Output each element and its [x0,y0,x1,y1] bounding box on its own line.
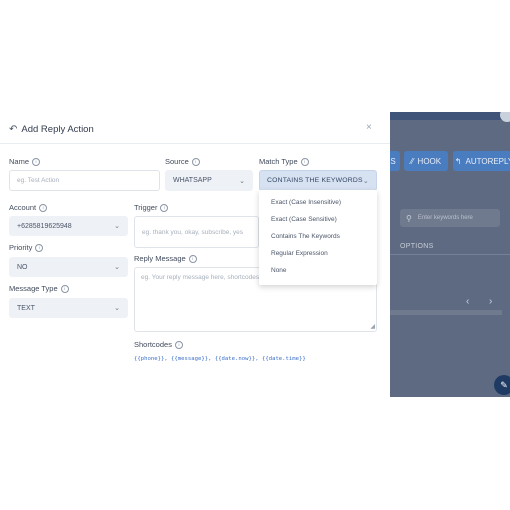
header-divider [0,143,390,144]
priority-label: Priority i [9,243,44,252]
avatar[interactable] [500,112,510,122]
name-placeholder: eg. Test Action [17,177,60,184]
match-type-label-text: Match Type [259,157,298,166]
hook-button[interactable]: ⁄⁄ HOOK [404,151,448,171]
add-reply-action-modal: ↶ Add Reply Action × Name i eg. Test Act… [0,112,390,397]
source-label: Source i [165,157,200,166]
message-type-label-text: Message Type [9,284,58,293]
match-type-value: CONTAINS THE KEYWORDS [267,177,363,184]
match-type-dropdown: Exact (Case Insensitive) Exact (Case Sen… [259,190,377,285]
trigger-label-text: Trigger [134,203,158,212]
dropdown-option-none[interactable]: None [271,267,287,274]
info-icon: i [60,284,69,293]
dropdown-option-contains[interactable]: Contains The Keywords [271,233,340,240]
info-icon: i [188,254,197,263]
table-header-options: OPTIONS [400,243,434,250]
account-select[interactable]: +6285819625948 ⌄ [9,216,128,236]
autoreply-button-label: AUTOREPLY [465,156,510,166]
back-arrow-icon[interactable]: ↶ [9,124,17,135]
modal-title: Add Reply Action [21,124,94,135]
info-icon: i [191,157,200,166]
screen-frame: S ⁄⁄ HOOK ↰ AUTOREPLY ⚲ Enter keywords h… [0,112,510,397]
priority-select[interactable]: NO ⌄ [9,257,128,277]
reply-icon: ↰ [454,156,462,166]
resize-handle-icon[interactable]: ◢ [370,323,375,330]
priority-value: NO [17,263,28,271]
source-select[interactable]: WHATSAPP ⌄ [165,170,253,191]
hook-button-label: HOOK [417,156,442,166]
dropdown-option-regex[interactable]: Regular Expression [271,250,328,257]
chevron-down-icon: ⌄ [239,177,245,185]
info-icon: i [39,203,48,212]
info-icon: i [35,243,44,252]
account-label-text: Account [9,203,37,212]
chevron-down-icon: ⌄ [362,177,369,185]
source-label-text: Source [165,157,189,166]
background-button-partial-label: S [390,156,396,166]
info-icon: i [300,157,309,166]
dropdown-option-exact-insensitive[interactable]: Exact (Case Insensitive) [271,199,341,206]
name-label: Name i [9,157,41,166]
background-scrollbar[interactable] [390,310,502,315]
trigger-placeholder: eg. thank you, okay, subscribe, yes [142,228,244,236]
dropdown-option-exact-sensitive[interactable]: Exact (Case Sensitive) [271,216,337,223]
name-input[interactable]: eg. Test Action [9,170,160,191]
info-icon: i [32,157,41,166]
source-value: WHATSAPP [173,177,212,184]
name-label-text: Name [9,157,30,166]
table-header-divider [390,254,510,255]
message-type-select[interactable]: TEXT ⌄ [9,298,128,318]
search-icon: ⚲ [406,213,412,223]
shortcodes-label-text: Shortcodes [134,340,172,349]
modal-header: ↶ Add Reply Action [9,124,94,135]
hook-icon: ⁄⁄ [410,156,414,166]
chat-fab-button[interactable]: ✎ [494,375,510,395]
close-icon[interactable]: × [366,122,372,133]
message-type-label: Message Type i [9,284,69,293]
pager-next-icon[interactable]: › [489,296,492,307]
info-icon: i [174,340,183,349]
pager-prev-icon[interactable]: ‹ [466,296,469,307]
search-placeholder: Enter keywords here [417,215,473,221]
chat-icon: ✎ [500,379,508,390]
reply-message-label-text: Reply Message [134,254,186,263]
trigger-label: Trigger i [134,203,169,212]
chevron-down-icon: ⌄ [114,264,120,271]
priority-label-text: Priority [9,243,33,252]
shortcodes-label: Shortcodes i [134,340,183,349]
trigger-input[interactable]: eg. thank you, okay, subscribe, yes [134,216,259,248]
reply-message-label: Reply Message i [134,254,197,263]
match-type-select[interactable]: CONTAINS THE KEYWORDS ⌄ [259,170,377,191]
info-icon: i [160,203,169,212]
background-search-input[interactable]: ⚲ Enter keywords here [400,209,500,227]
autoreply-button[interactable]: ↰ AUTOREPLY [453,151,510,171]
shortcodes-list: {{phone}}, {{message}}, {{date.now}}, {{… [134,356,306,362]
account-label: Account i [9,203,48,212]
chevron-down-icon: ⌄ [114,223,120,230]
match-type-label: Match Type i [259,157,309,166]
chevron-down-icon: ⌄ [114,305,120,312]
account-value: +6285819625948 [17,222,72,230]
message-type-value: TEXT [17,304,35,312]
